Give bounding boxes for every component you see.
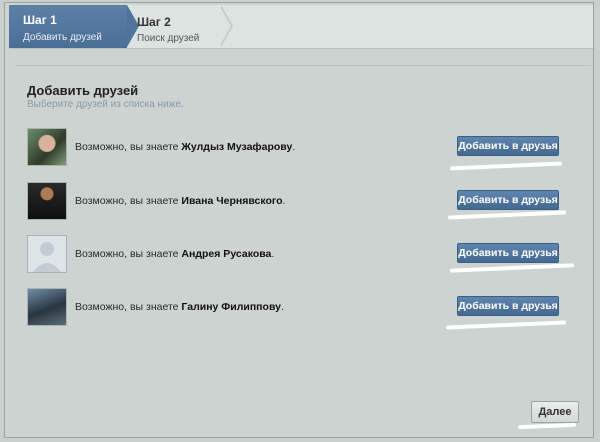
avatar[interactable]: [27, 288, 67, 326]
friend-name[interactable]: Галину Филиппову: [181, 301, 281, 313]
add-friend-button[interactable]: Добавить в друзья: [457, 136, 559, 156]
add-friend-button[interactable]: Добавить в друзья: [457, 190, 559, 210]
suggestion-suffix: .: [280, 301, 284, 313]
page-subtitle: Выберите друзей из списка ниже.: [27, 99, 184, 110]
wizard-steps: Шаг 1 Добавить друзей Шаг 2 Поиск друзей: [9, 5, 593, 49]
suggestion-text: Возможно, вы знаете Ивана Чернявского.: [75, 195, 285, 207]
add-friend-button[interactable]: Добавить в друзья: [457, 243, 559, 263]
suggestion-text: Возможно, вы знаете Андрея Русакова.: [75, 248, 274, 260]
friend-name[interactable]: Ивана Чернявского: [181, 195, 282, 207]
wizard-step-1[interactable]: Шаг 1 Добавить друзей: [9, 5, 127, 48]
step-2-title[interactable]: Шаг 2: [137, 15, 171, 29]
suggestion-prefix: Возможно, вы знаете: [75, 195, 182, 207]
add-friend-button[interactable]: Добавить в друзья: [457, 296, 559, 316]
suggestion-row: Возможно, вы знаете Жулдыз Музафарову. Д…: [27, 128, 587, 168]
avatar[interactable]: [27, 235, 67, 273]
suggestion-suffix: .: [282, 195, 286, 207]
section-divider: [15, 65, 591, 66]
friend-name[interactable]: Жулдыз Музафарову: [181, 141, 292, 153]
suggestion-prefix: Возможно, вы знаете: [75, 301, 182, 313]
step-2-arrow: [219, 5, 231, 47]
suggestion-prefix: Возможно, вы знаете: [75, 248, 182, 260]
suggestion-text: Возможно, вы знаете Жулдыз Музафарову.: [75, 141, 295, 153]
suggestion-row: Возможно, вы знаете Галину Филиппову. До…: [27, 288, 587, 328]
dialog-frame: Шаг 1 Добавить друзей Шаг 2 Поиск друзей…: [4, 2, 594, 438]
next-button[interactable]: Далее: [531, 401, 579, 423]
default-avatar-icon: [33, 242, 61, 272]
friend-name[interactable]: Андрея Русакова: [181, 248, 271, 260]
suggestion-prefix: Возможно, вы знаете: [75, 141, 182, 153]
step-2-subtitle[interactable]: Поиск друзей: [137, 33, 199, 44]
suggestion-suffix: .: [271, 248, 275, 260]
step-1-subtitle: Добавить друзей: [23, 32, 102, 43]
suggestion-text: Возможно, вы знаете Галину Филиппову.: [75, 301, 284, 313]
step-1-title: Шаг 1: [23, 13, 57, 27]
avatar[interactable]: [27, 182, 67, 220]
page-title: Добавить друзей: [27, 83, 139, 98]
avatar[interactable]: [27, 128, 67, 166]
suggestion-suffix: .: [292, 141, 296, 153]
